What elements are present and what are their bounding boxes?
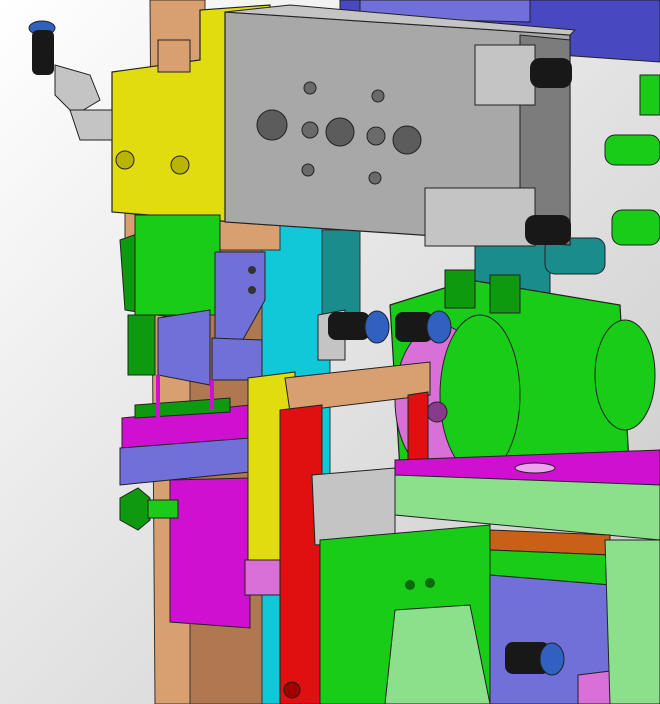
- cylinder-port: [371, 89, 385, 103]
- cylinder-hex-fitting: [474, 44, 536, 106]
- cylinder-port: [325, 117, 355, 147]
- gray-slide-cylinder: [224, 4, 577, 247]
- cylinder-port: [368, 171, 382, 185]
- cylinder-black-nozzle: [525, 215, 571, 245]
- yellow-block-hole: [170, 155, 190, 175]
- cylinder-hex-fitting: [424, 187, 536, 247]
- cylinder-port: [303, 81, 317, 95]
- cylinder-port: [392, 125, 422, 155]
- cylinder-black-nozzle: [530, 58, 572, 88]
- bottom-air-fitting: [505, 642, 565, 676]
- cylinder-port: [301, 163, 315, 177]
- cad-viewport[interactable]: [0, 0, 660, 704]
- gray-guide-block: [311, 467, 396, 546]
- green-right-end: [604, 539, 660, 704]
- green-base-block: [319, 524, 491, 704]
- yellow-block-hole: [115, 150, 135, 170]
- red-vertical-bar: [279, 404, 323, 704]
- cylinder-port: [256, 109, 288, 141]
- magenta-vertical-plate: [169, 477, 251, 629]
- cylinder-port: [301, 121, 319, 139]
- red-vertical-bar: [407, 391, 429, 463]
- mechanism-assembly-render: [0, 0, 660, 704]
- cylinder-port: [366, 126, 386, 146]
